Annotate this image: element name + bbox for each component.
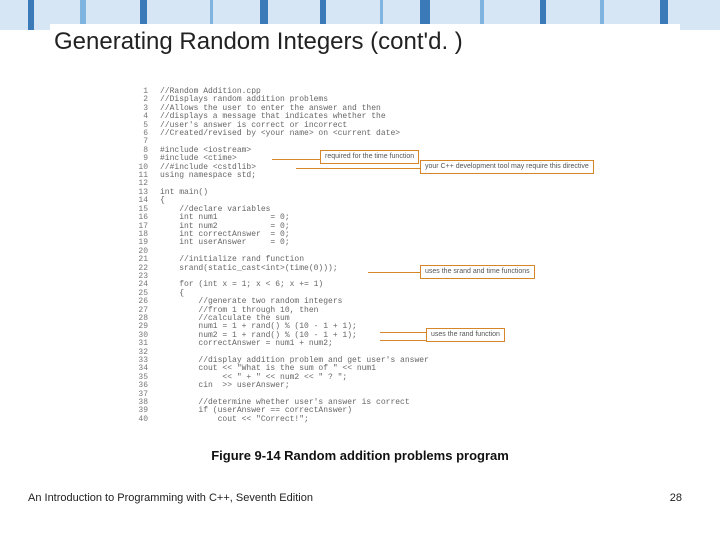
slide-title: Generating Random Integers (cont'd. ) <box>50 24 680 64</box>
callout-line <box>380 340 426 341</box>
callout-line <box>368 272 420 273</box>
footer-book-title: An Introduction to Programming with C++,… <box>28 492 313 504</box>
figure-caption: Figure 9-14 Random addition problems pro… <box>0 448 720 463</box>
callout-srand-time: uses the srand and time functions <box>420 265 535 279</box>
page-number: 28 <box>670 492 682 504</box>
callout-line <box>296 168 420 169</box>
code-listing: 1//Random Addition.cpp 2//Displays rando… <box>130 88 590 424</box>
callout-time-function: required for the time function <box>320 150 419 164</box>
callout-line <box>272 159 320 160</box>
callout-cstdlib: your C++ development tool may require th… <box>420 160 594 174</box>
callout-line <box>380 332 426 333</box>
callout-rand: uses the rand function <box>426 328 505 342</box>
